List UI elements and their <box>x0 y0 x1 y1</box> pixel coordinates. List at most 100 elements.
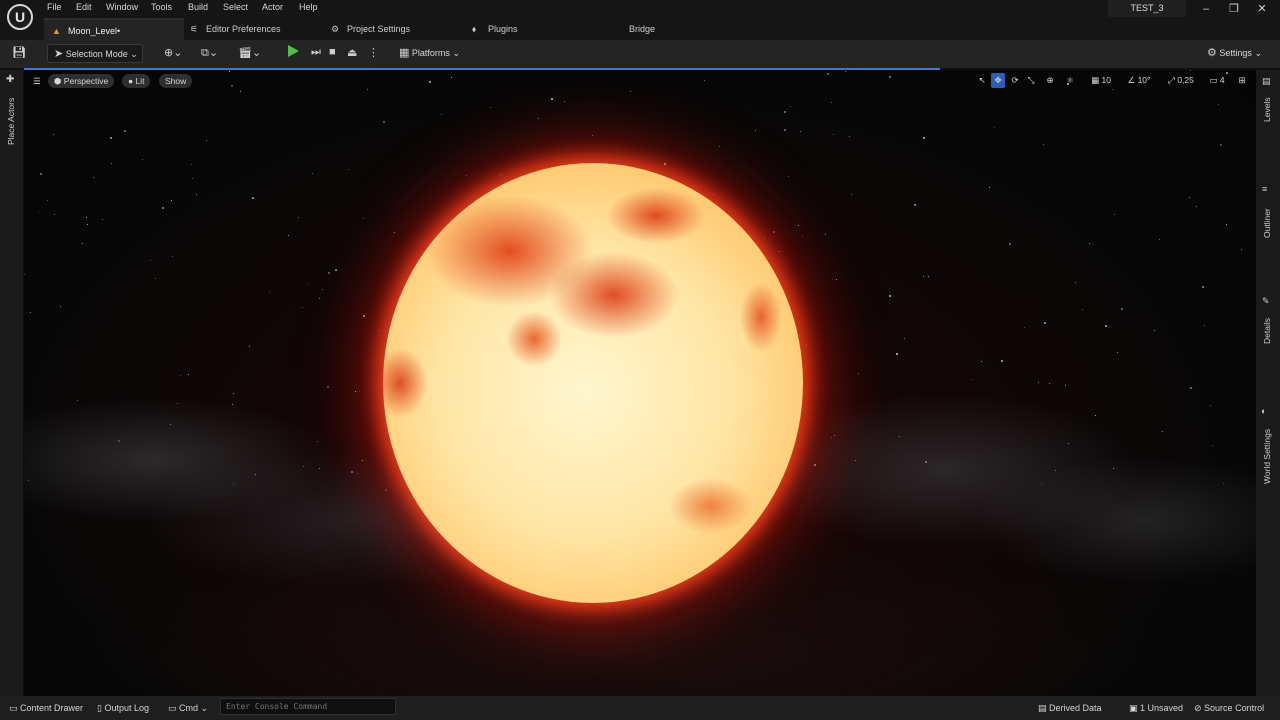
star <box>111 163 112 164</box>
level-viewport[interactable]: ☰ ⬢ Perspective ● Lit Show ↖ ✥ ⟳ ⤡ ⊕ ⚛ ▦… <box>24 70 1256 696</box>
moon-sphere[interactable] <box>383 163 803 603</box>
perspective-icon: ⬢ <box>54 76 64 86</box>
grid-snap-button[interactable]: ▦ 10 <box>1084 73 1118 88</box>
rotate-tool-icon[interactable]: ⟳ <box>1009 73 1021 88</box>
unsaved-button[interactable]: ▣ 1 Unsaved <box>1129 700 1183 716</box>
star <box>298 217 299 218</box>
cmd-dropdown[interactable]: ▭ Cmd ⌄ <box>168 700 208 716</box>
star <box>312 173 313 174</box>
perspective-button[interactable]: ⬢ Perspective <box>48 74 115 88</box>
selection-mode-dropdown[interactable]: ➤ Selection Mode ⌄ <box>47 44 143 63</box>
menu-actor[interactable]: Actor <box>262 2 283 12</box>
star <box>60 306 61 307</box>
maximize-viewport-icon[interactable]: ⊞ <box>1236 73 1248 88</box>
star <box>827 73 829 75</box>
play-icon[interactable] <box>288 45 299 57</box>
star <box>322 289 323 290</box>
terminal-icon: ▭ <box>168 703 180 713</box>
move-tool-icon[interactable]: ✥ <box>991 73 1005 88</box>
content-drawer-button[interactable]: ▭ Content Drawer <box>9 700 83 716</box>
source-control-button[interactable]: ⊘ Source Control <box>1194 700 1264 716</box>
star <box>704 80 705 81</box>
minimize-icon[interactable]: – <box>1199 3 1213 15</box>
menu-build[interactable]: Build <box>188 2 208 12</box>
add-content-icon[interactable]: ⊕⌄ <box>164 46 182 59</box>
star <box>54 214 55 215</box>
star <box>923 137 925 139</box>
select-tool-icon[interactable]: ↖ <box>976 73 988 88</box>
viewport-menu-icon[interactable]: ☰ <box>27 74 47 88</box>
menu-help[interactable]: Help <box>299 2 318 12</box>
scale-snap-button[interactable]: ⤢ 0,25 <box>1162 73 1200 88</box>
tab-moon-level[interactable]: ▲ Moon_Level• <box>44 18 184 40</box>
derived-data-label: Derived Data <box>1049 703 1102 713</box>
unreal-logo-icon[interactable]: U <box>7 4 33 30</box>
eject-icon[interactable]: ⏏︎ <box>347 46 357 59</box>
menu-window[interactable]: Window <box>106 2 138 12</box>
derived-data-button[interactable]: ▤ Derived Data <box>1038 700 1102 716</box>
outliner-tab[interactable]: Outliner <box>1262 200 1272 238</box>
tab-label: Project Settings <box>347 24 411 34</box>
star <box>1226 224 1227 225</box>
menu-tools[interactable]: Tools <box>151 2 172 12</box>
blueprint-icon[interactable]: ⧉⌄ <box>201 46 218 60</box>
platforms-label: Platforms <box>411 48 450 58</box>
drawer-icon: ▭ <box>9 703 21 713</box>
chevron-down-icon: ⌄ <box>1254 48 1262 58</box>
cursor-icon: ➤ <box>54 48 64 60</box>
right-panel-rail <box>1256 70 1280 696</box>
star <box>93 177 94 178</box>
output-log-label: Output Log <box>104 703 149 713</box>
tab-editor-preferences[interactable]: ⚟ Editor Preferences <box>190 18 281 40</box>
star <box>994 127 995 128</box>
place-actors-tab[interactable]: Place Actors <box>6 93 16 145</box>
star <box>110 137 112 139</box>
cinematics-icon[interactable]: 🎬︎⌄ <box>238 46 261 59</box>
maximize-icon[interactable]: ❐ <box>1227 3 1241 15</box>
outliner-icon: ≡ <box>1262 184 1268 194</box>
left-panel-rail <box>0 70 23 696</box>
unsaved-icon: ▣ <box>1129 703 1141 713</box>
save-icon[interactable]: 💾︎ <box>12 46 26 59</box>
star <box>1044 322 1046 324</box>
tab-project-settings[interactable]: ⚙ Project Settings <box>331 18 410 40</box>
settings-dropdown[interactable]: ⚙ Settings ⌄ <box>1207 44 1262 63</box>
platforms-dropdown[interactable]: ▦ Platforms ⌄ <box>399 44 460 63</box>
star <box>849 136 850 137</box>
stop-icon[interactable]: ■ <box>329 46 336 58</box>
lit-button[interactable]: ● Lit <box>122 74 151 88</box>
star <box>348 169 349 170</box>
star <box>833 134 834 135</box>
star <box>171 200 172 201</box>
tab-plugins[interactable]: ⬧ Plugins <box>472 18 518 40</box>
star <box>441 114 442 115</box>
camera-speed-button[interactable]: ▭ 4 <box>1206 73 1228 88</box>
tab-bridge[interactable]: Bridge <box>629 18 655 40</box>
levels-tab[interactable]: Levels <box>1262 92 1272 122</box>
chevron-down-icon: ⌄ <box>130 49 138 59</box>
menu-file[interactable]: File <box>47 2 62 12</box>
output-log-button[interactable]: ▯ Output Log <box>97 700 149 716</box>
gear-icon: ⚙ <box>1207 47 1217 59</box>
surface-snap-icon[interactable]: ⚛ <box>1064 73 1076 88</box>
world-settings-tab[interactable]: World Settings <box>1262 422 1272 484</box>
more-options-icon[interactable]: ⋮ <box>368 46 379 59</box>
grid-snap-value: 10 <box>1101 75 1111 85</box>
close-icon[interactable]: ✕ <box>1255 3 1269 15</box>
star <box>1009 243 1011 245</box>
star <box>1218 104 1219 105</box>
star <box>1089 243 1090 244</box>
menu-edit[interactable]: Edit <box>76 2 92 12</box>
menu-select[interactable]: Select <box>223 2 248 12</box>
console-command-input[interactable] <box>220 698 396 715</box>
star <box>889 295 891 297</box>
star <box>784 111 786 113</box>
world-space-icon[interactable]: ⊕ <box>1044 73 1056 88</box>
star <box>788 176 789 177</box>
star <box>928 276 929 277</box>
rotation-snap-button[interactable]: ∠ 10° <box>1122 73 1156 88</box>
scale-tool-icon[interactable]: ⤡ <box>1025 73 1037 88</box>
show-button[interactable]: Show <box>159 74 193 88</box>
step-icon[interactable]: ⏭︎ <box>311 46 321 59</box>
details-tab[interactable]: Details <box>1262 310 1272 344</box>
